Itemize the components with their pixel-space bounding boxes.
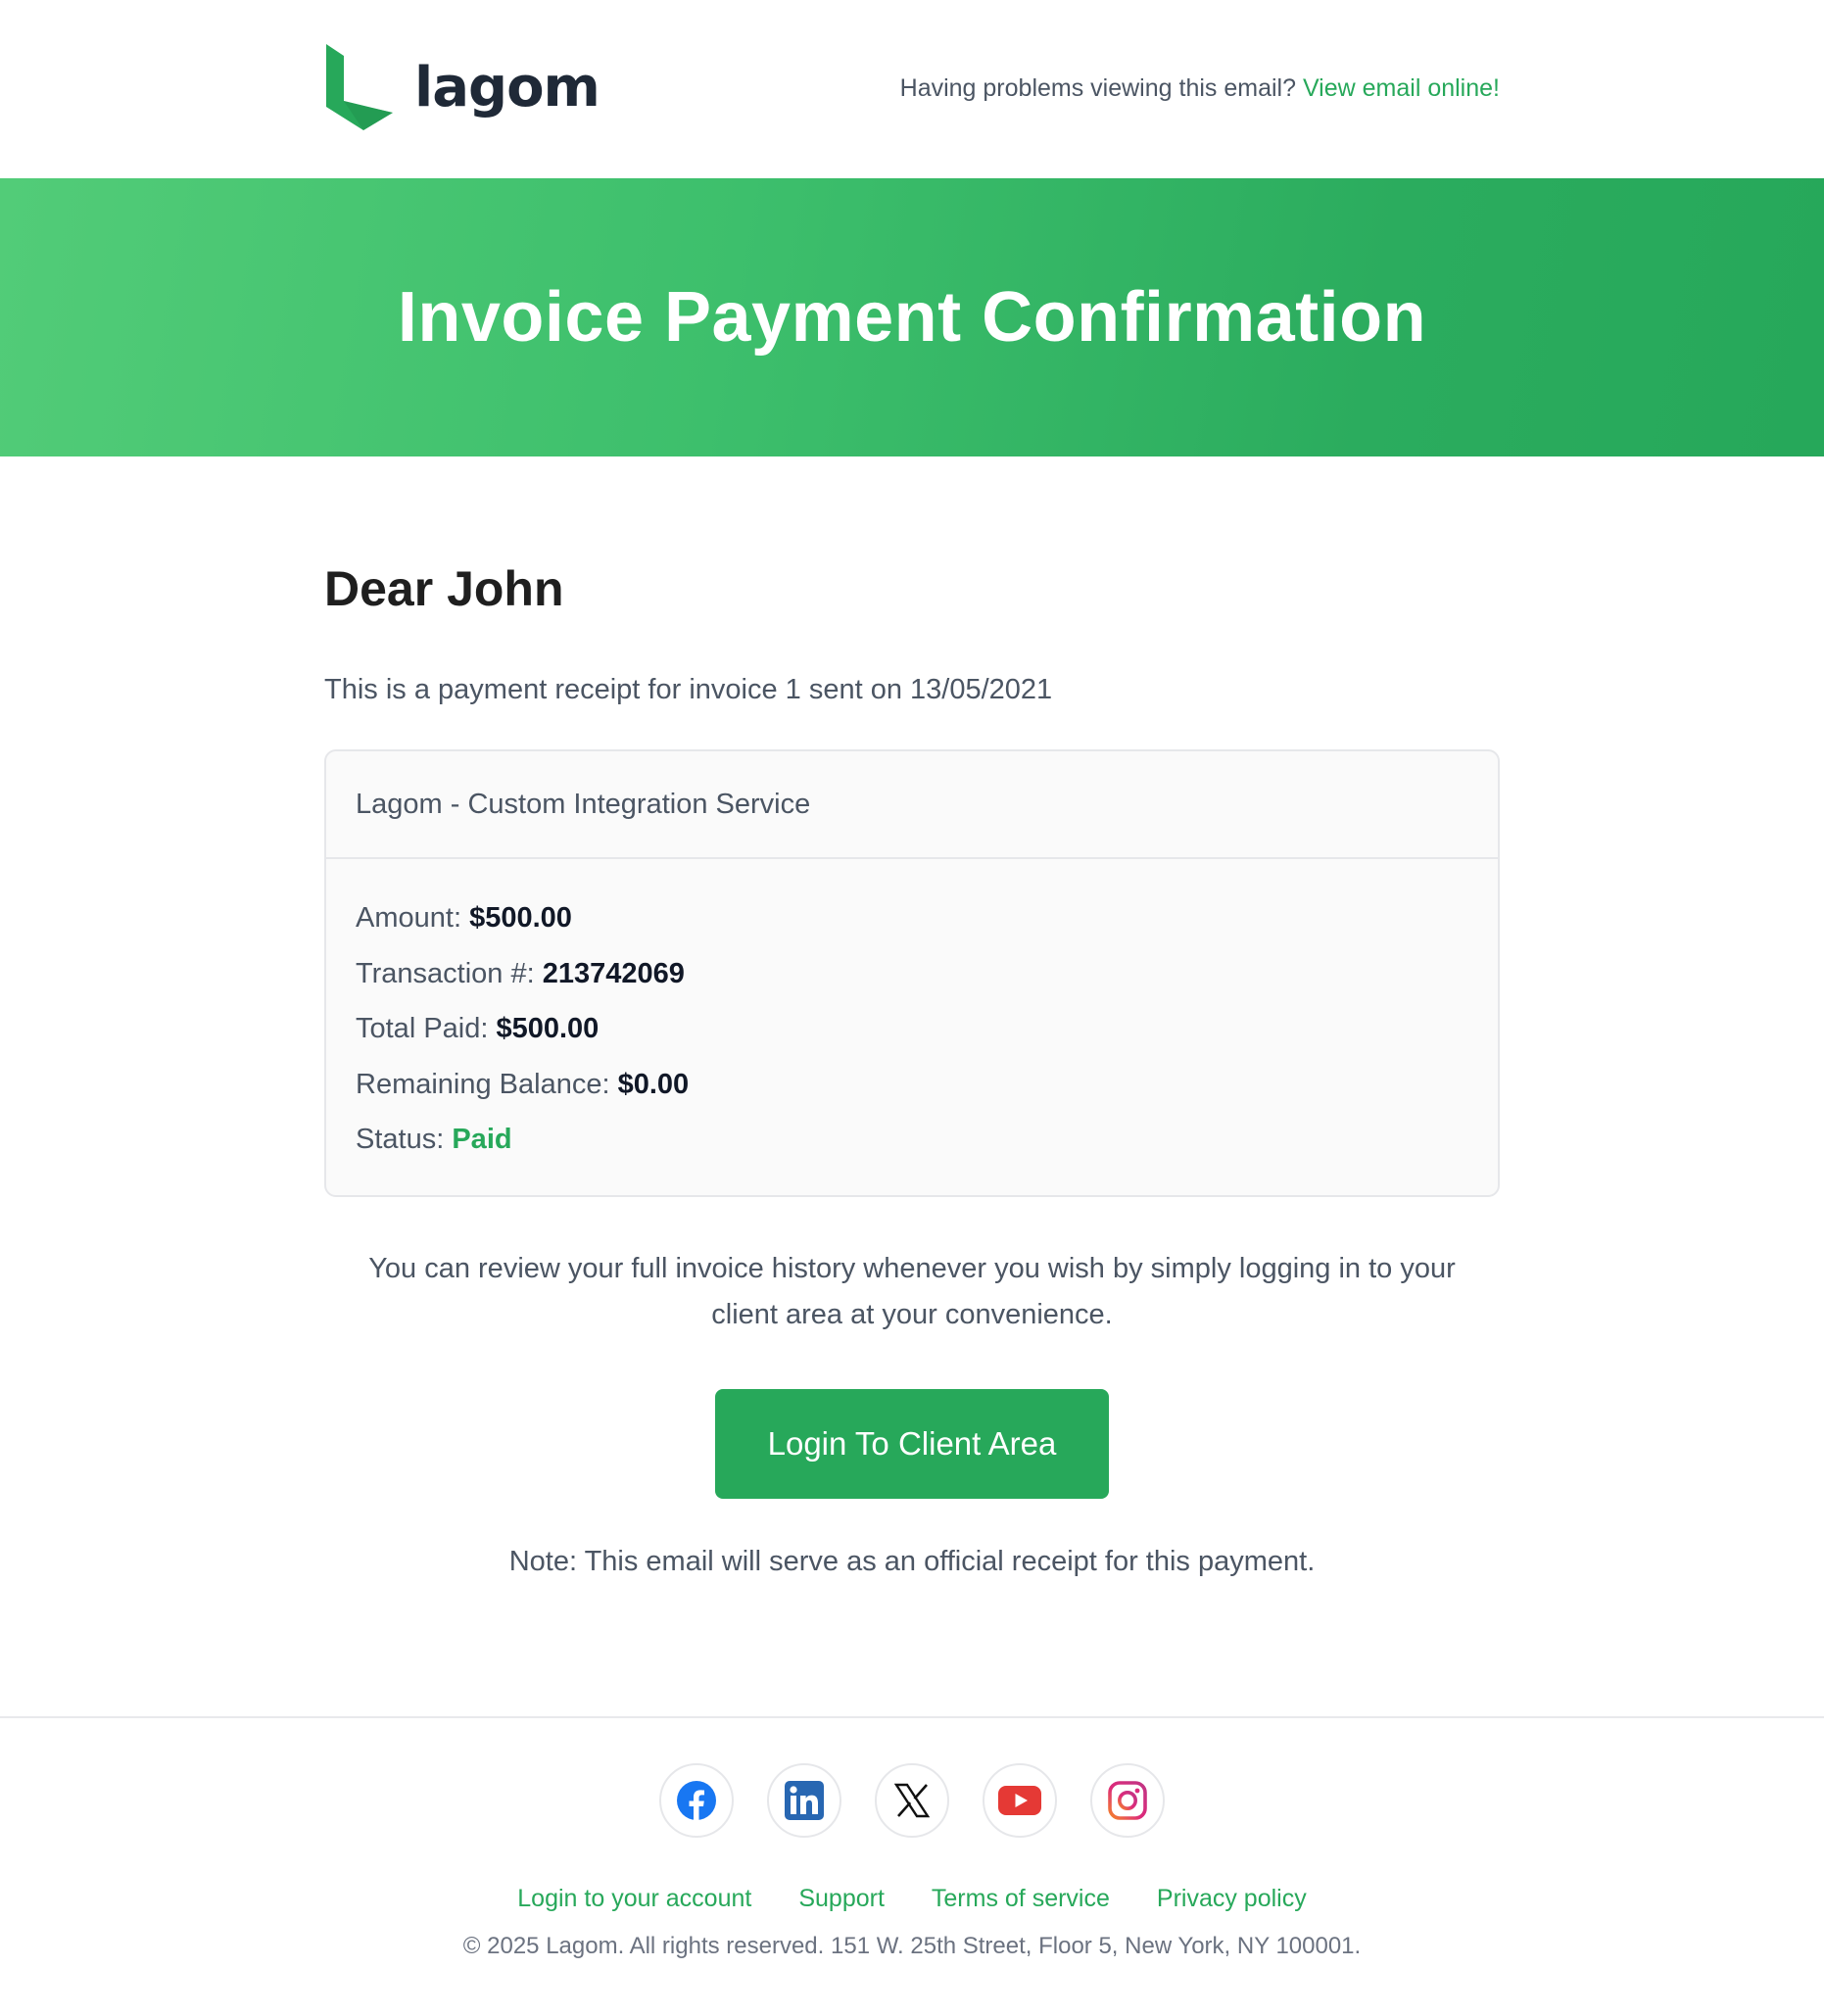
invoice-card-title: Lagom - Custom Integration Service — [326, 751, 1498, 859]
invoice-details: Amount: $500.00 Transaction #: 213742069… — [326, 859, 1498, 1195]
amount-label: Amount: — [356, 902, 461, 934]
remaining-balance-value: $0.00 — [617, 1068, 690, 1100]
facebook-icon — [677, 1781, 716, 1820]
x-link[interactable] — [875, 1763, 949, 1838]
instagram-icon — [1108, 1781, 1147, 1820]
email-footer: Login to your account Support Terms of s… — [0, 1716, 1824, 1960]
instagram-link[interactable] — [1090, 1763, 1165, 1838]
login-button-wrap: Login To Client Area — [324, 1388, 1500, 1499]
brand-name: lagom — [414, 55, 600, 120]
intro-text: This is a payment receipt for invoice 1 … — [324, 674, 1053, 705]
footer-link-terms[interactable]: Terms of service — [932, 1885, 1110, 1913]
youtube-icon — [998, 1786, 1041, 1815]
footer-link-login[interactable]: Login to your account — [517, 1885, 751, 1913]
status-row: Status: Paid — [356, 1112, 1468, 1168]
view-online-link[interactable]: View email online! — [1303, 74, 1500, 102]
total-paid-row: Total Paid: $500.00 — [356, 1001, 1468, 1057]
footer-link-support[interactable]: Support — [798, 1885, 885, 1913]
amount-value: $500.00 — [469, 902, 572, 934]
facebook-link[interactable] — [659, 1763, 734, 1838]
transaction-row: Transaction #: 213742069 — [356, 946, 1468, 1002]
hero-banner: Invoice Payment Confirmation — [0, 178, 1824, 456]
amount-row: Amount: $500.00 — [356, 890, 1468, 946]
transaction-value: 213742069 — [542, 957, 685, 989]
email-body: Dear John This is a payment receipt for … — [324, 456, 1500, 1578]
transaction-label: Transaction #: — [356, 957, 535, 989]
youtube-link[interactable] — [983, 1763, 1057, 1838]
banner-title: Invoice Payment Confirmation — [397, 278, 1427, 357]
total-paid-value: $500.00 — [496, 1013, 600, 1044]
login-client-area-button[interactable]: Login To Client Area — [715, 1388, 1109, 1499]
email-header: lagom Having problems viewing this email… — [0, 0, 1824, 178]
invoice-card: Lagom - Custom Integration Service Amoun… — [324, 749, 1500, 1197]
copyright-text: © 2025 Lagom. All rights reserved. 151 W… — [462, 1933, 1362, 1959]
remaining-balance-label: Remaining Balance: — [356, 1068, 610, 1100]
total-paid-label: Total Paid: — [356, 1013, 489, 1044]
linkedin-link[interactable] — [767, 1763, 841, 1838]
receipt-note: Note: This email will serve as an offici… — [508, 1545, 1316, 1577]
linkedin-icon — [785, 1781, 824, 1820]
x-twitter-icon — [894, 1783, 930, 1818]
brand-logo[interactable]: lagom — [324, 44, 600, 130]
footer-links: Login to your account Support Terms of s… — [0, 1885, 1824, 1913]
remaining-balance-row: Remaining Balance: $0.00 — [356, 1057, 1468, 1113]
review-text: You can review your full invoice history… — [368, 1252, 1456, 1330]
status-label: Status: — [356, 1124, 445, 1155]
footer-link-privacy[interactable]: Privacy policy — [1157, 1885, 1307, 1913]
view-online-notice: Having problems viewing this email? View… — [900, 74, 1500, 103]
social-links — [0, 1763, 1824, 1838]
problem-text: Having problems viewing this email? — [899, 73, 1296, 102]
lagom-logo-icon — [326, 44, 393, 130]
status-value: Paid — [452, 1124, 512, 1155]
email-page: lagom Having problems viewing this email… — [0, 0, 1824, 2016]
greeting: Dear John — [324, 561, 564, 616]
